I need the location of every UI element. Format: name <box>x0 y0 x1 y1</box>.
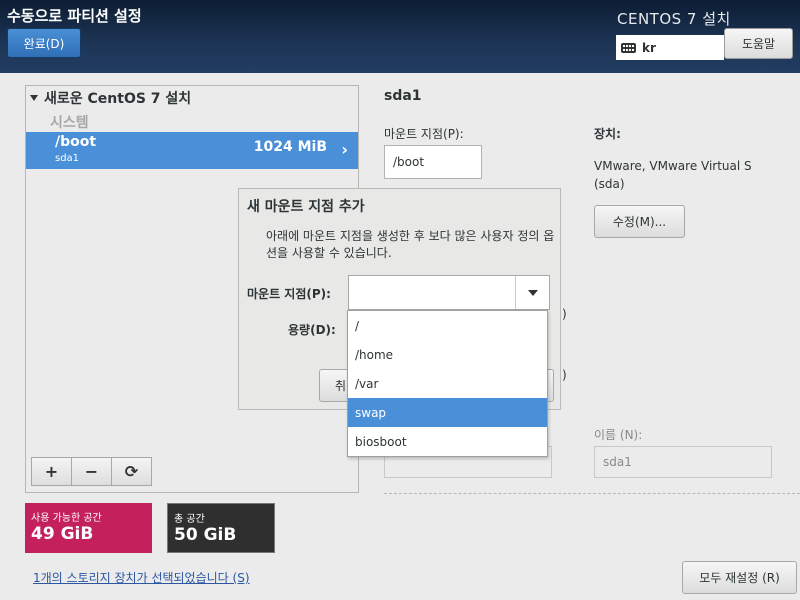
mount-point-label: 마운트 지점(P): <box>384 127 464 141</box>
storage-devices-link[interactable]: 1개의 스토리지 장치가 선택되었습니다 (S) <box>33 569 250 586</box>
background-paren: ) <box>562 307 567 321</box>
dropdown-toggle[interactable] <box>515 276 549 309</box>
refresh-icon[interactable]: ⟳ <box>111 457 152 486</box>
mount-option[interactable]: /home <box>348 340 547 369</box>
mount-point-dropdown-list: / /home /var swap biosboot <box>347 310 548 457</box>
mount-point-combo[interactable] <box>348 275 550 310</box>
keyboard-icon <box>621 42 636 53</box>
dialog-mount-point-label: 마운트 지점(P): <box>247 287 331 301</box>
partition-mount: /boot <box>55 134 97 150</box>
done-button[interactable]: 완료(D) <box>7 28 81 58</box>
add-partition-button[interactable]: + <box>31 457 72 486</box>
total-space-box: 총 공간 50 GiB <box>167 503 275 553</box>
dialog-title: 새 마운트 지점 추가 <box>247 199 365 215</box>
remove-partition-button[interactable]: − <box>71 457 112 486</box>
device-value: VMware, VMware Virtual S (sda) <box>594 159 752 191</box>
mount-option-highlighted[interactable]: swap <box>348 398 547 427</box>
name-field[interactable]: sda1 <box>594 446 772 478</box>
device-label: 장치: <box>594 127 621 141</box>
install-group-header[interactable]: 새로운 CentOS 7 설치 <box>30 88 191 108</box>
separator <box>384 493 800 494</box>
keyboard-layout-indicator[interactable]: kr <box>616 35 724 60</box>
chevron-right-icon: › <box>341 140 348 159</box>
mount-point-field[interactable]: /boot <box>384 145 482 179</box>
expander-arrow-icon <box>30 95 38 101</box>
partition-size: 1024 MiB <box>253 139 327 155</box>
mount-option[interactable]: / <box>348 311 547 340</box>
total-space-label: 총 공간 <box>174 514 205 525</box>
reset-all-button[interactable]: 모두 재설정 (R) <box>682 561 797 594</box>
mount-option[interactable]: biosboot <box>348 427 547 456</box>
partition-detail-title: sda1 <box>384 88 422 104</box>
modify-device-button[interactable]: 수정(M)... <box>594 205 685 238</box>
header-bar: 수동으로 파티션 설정 완료(D) CENTOS 7 설치 kr 도움말 <box>0 0 800 73</box>
available-space-label: 사용 가능한 공간 <box>31 513 102 524</box>
partition-device: sda1 <box>55 153 80 164</box>
product-title: CENTOS 7 설치 <box>617 10 731 28</box>
system-section-label: 시스템 <box>50 115 89 131</box>
page-title: 수동으로 파티션 설정 <box>7 7 142 25</box>
available-space-value: 49 GiB <box>31 524 94 544</box>
partition-row-boot[interactable]: /boot sda1 1024 MiB › <box>26 132 358 169</box>
help-button[interactable]: 도움말 <box>724 28 793 59</box>
install-title: 새로운 CentOS 7 설치 <box>44 91 192 107</box>
dialog-capacity-label: 용량(D): <box>288 323 336 337</box>
name-label: 이름 (N): <box>594 428 643 442</box>
total-space-value: 50 GiB <box>174 525 237 545</box>
mount-option[interactable]: /var <box>348 369 547 398</box>
partition-toolbar: + − ⟳ <box>31 457 152 486</box>
available-space-box: 사용 가능한 공간 49 GiB <box>25 503 152 553</box>
dialog-description: 아래에 마운트 지점을 생성한 후 보다 많은 사용자 정의 옵션을 사용할 수… <box>266 229 555 260</box>
keyboard-layout-label: kr <box>642 40 656 55</box>
background-paren: ) <box>562 368 567 382</box>
chevron-down-icon <box>527 289 538 296</box>
